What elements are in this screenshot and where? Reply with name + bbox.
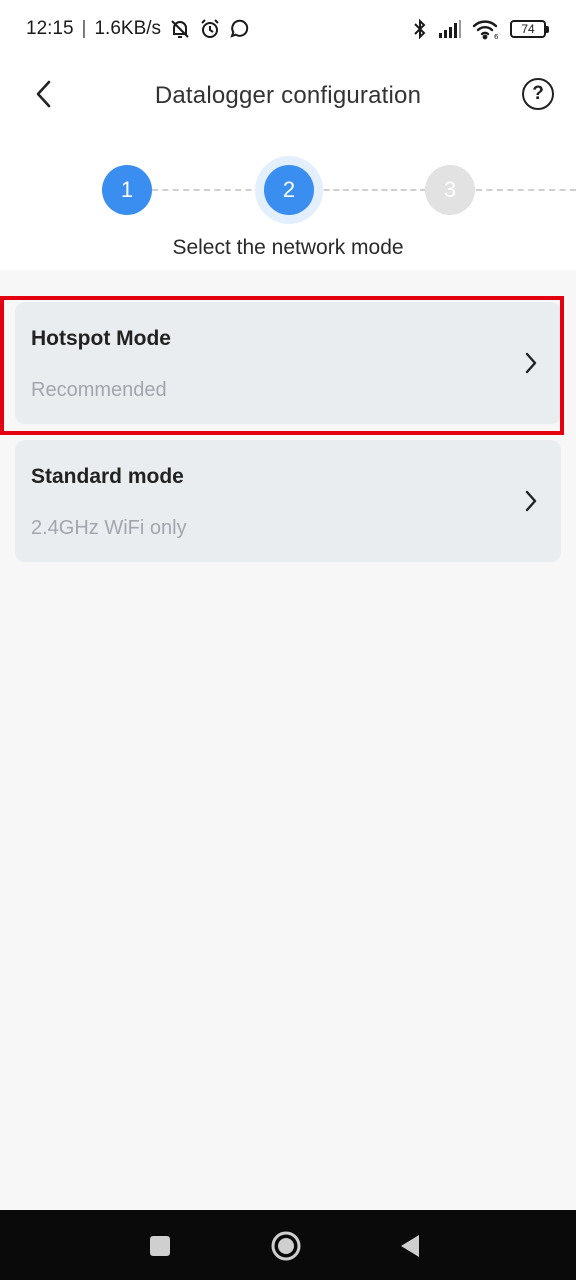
step-1-label: 1 [120, 177, 134, 202]
alarm-icon [199, 18, 221, 40]
home-circle-icon[interactable] [270, 1230, 302, 1262]
stepper-caption: Select the network mode [172, 236, 404, 259]
battery-icon: 74 [510, 20, 549, 38]
header: Datalogger configuration ? [0, 64, 576, 128]
status-time: 12:15 [26, 18, 74, 39]
step-connector-2 [314, 189, 426, 191]
wifi-icon: 6 [472, 18, 500, 40]
help-icon: ? [532, 83, 544, 104]
status-right: 6 74 [412, 17, 549, 41]
step-connector-3 [476, 189, 576, 191]
step-3: 3 [425, 165, 475, 215]
hotspot-mode-title: Hotspot Mode [31, 327, 171, 350]
standard-mode-title: Standard mode [31, 465, 184, 488]
svg-text:6: 6 [494, 33, 499, 40]
chevron-right-icon [521, 487, 541, 515]
hotspot-mode-option[interactable]: Hotspot Mode Recommended [15, 302, 561, 424]
status-left: 12:15 | 1.6KB/s [26, 17, 249, 41]
muted-bell-icon [169, 18, 191, 40]
recents-square-icon[interactable] [144, 1230, 176, 1262]
status-network-speed: 1.6KB/s [94, 18, 162, 39]
step-1: 1 [102, 165, 152, 215]
back-triangle-icon[interactable] [394, 1230, 426, 1262]
step-2-label: 2 [282, 177, 296, 202]
step-3-label: 3 [443, 177, 457, 202]
signal-icon [438, 19, 462, 39]
status-bar: 12:15 | 1.6KB/s 6 74 [0, 0, 576, 58]
step-2: 2 [264, 165, 314, 215]
hotspot-mode-subtitle: Recommended [31, 379, 167, 401]
standard-mode-subtitle: 2.4GHz WiFi only [31, 517, 187, 539]
status-separator: | [81, 18, 87, 39]
standard-mode-option[interactable]: Standard mode 2.4GHz WiFi only [15, 440, 561, 562]
navigation-bar [0, 1210, 576, 1280]
stepper: 1 2 3 [0, 152, 576, 228]
bluetooth-icon [412, 18, 428, 40]
page-title: Datalogger configuration [154, 82, 422, 109]
battery-level: 74 [521, 22, 535, 36]
help-button[interactable]: ? [522, 78, 554, 110]
step-connector-1 [152, 189, 262, 191]
whatsapp-icon [229, 19, 249, 39]
chevron-right-icon [521, 349, 541, 377]
